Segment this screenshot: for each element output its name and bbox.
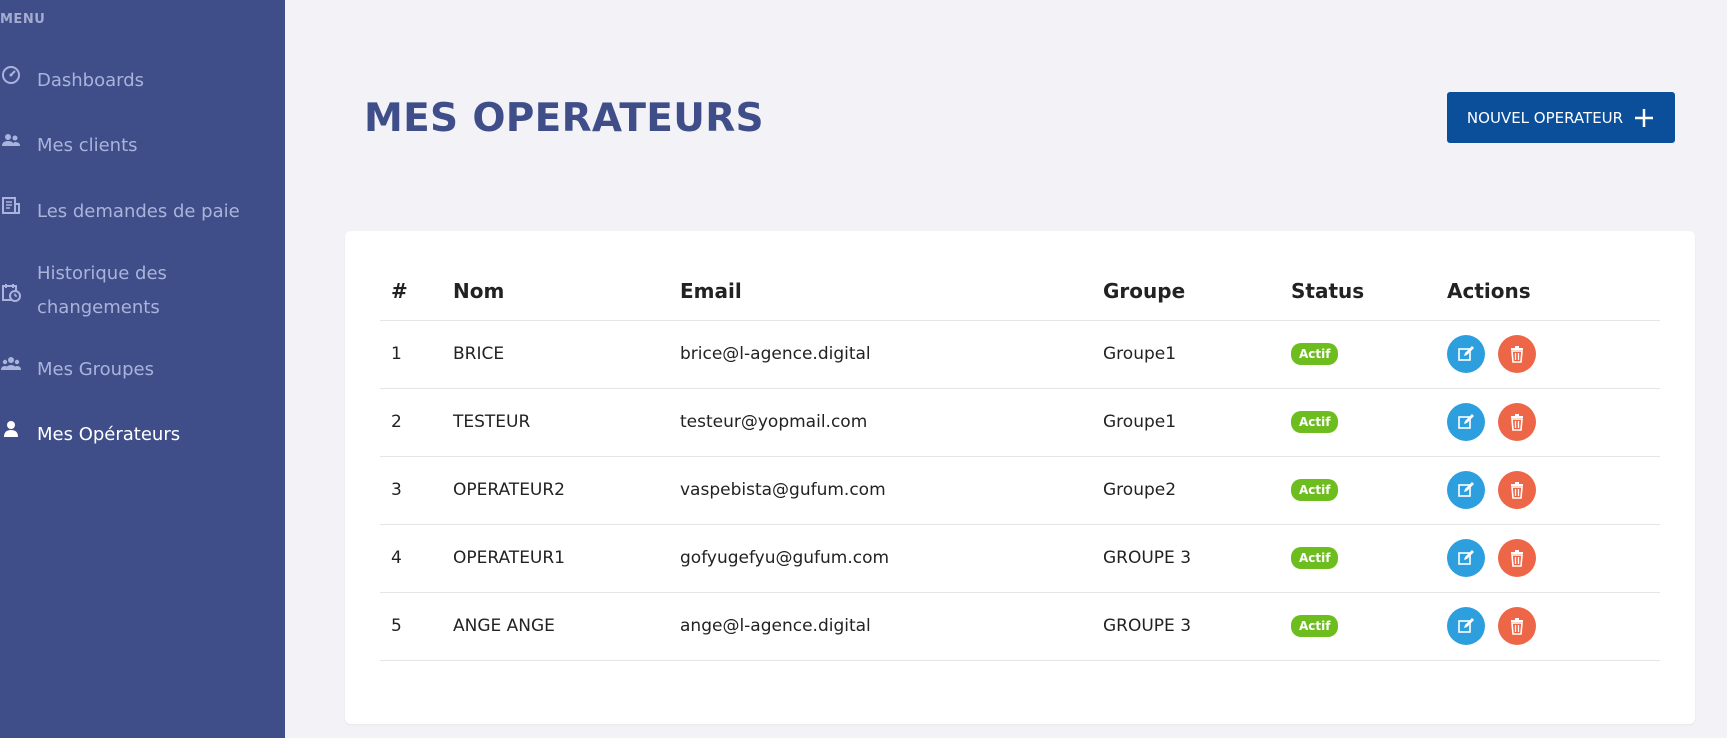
trash-icon [1511,346,1523,363]
status-badge: Actif [1291,343,1339,365]
edit-icon [1458,482,1474,497]
menu-heading: MENU [0,12,46,27]
column-header-groupe: Groupe [1103,263,1291,321]
sidebar-item-label: Historique des changements [37,263,167,318]
status-badge: Actif [1291,479,1339,501]
table-row: 3 OPERATEUR2 vaspebista@gufum.com Groupe… [380,456,1660,525]
cell-email: ange@l-agence.digital [680,592,1103,661]
cell-email: vaspebista@gufum.com [680,456,1103,525]
edit-button[interactable] [1447,539,1485,577]
status-badge: Actif [1291,411,1339,433]
edit-button[interactable] [1447,403,1485,441]
edit-icon [1458,550,1474,565]
table-row: 1 BRICE brice@l-agence.digital Groupe1 A… [380,320,1660,389]
cell-groupe: GROUPE 3 [1103,524,1291,593]
edit-icon [1458,414,1474,429]
delete-button[interactable] [1498,403,1536,441]
sidebar-item-historique[interactable]: Historique des changements [0,257,227,325]
sidebar-item-demandes[interactable]: Les demandes de paie [0,195,240,229]
sidebar: MENU Dashboards Mes clients Les demandes… [0,0,285,738]
new-operator-button-label: NOUVEL OPERATEUR [1466,108,1624,127]
status-badge: Actif [1291,547,1339,569]
column-header-nom: Nom [453,263,680,321]
edit-icon [1458,618,1474,633]
cell-num: 3 [380,456,453,525]
dashboard-icon [0,64,22,86]
cell-groupe: Groupe2 [1103,456,1291,525]
trash-icon [1511,618,1523,635]
cell-num: 1 [380,320,453,389]
table-row: 4 OPERATEUR1 gofyugefyu@gufum.com GROUPE… [380,524,1660,593]
trash-icon [1511,482,1523,499]
operators-card: # Nom Email Groupe Status Actions 1 BRIC… [345,231,1695,724]
history-icon [0,281,22,303]
table-header-row: # Nom Email Groupe Status Actions [380,263,1660,321]
page-title: MES OPERATEURS [364,96,764,141]
edit-button[interactable] [1447,471,1485,509]
sidebar-item-clients[interactable]: Mes clients [0,129,138,163]
sidebar-item-groupes[interactable]: Mes Groupes [0,353,154,387]
cell-num: 4 [380,524,453,593]
column-header-num: # [380,263,453,321]
cell-email: brice@l-agence.digital [680,320,1103,389]
cell-nom: BRICE [453,320,680,389]
cell-email: testeur@yopmail.com [680,388,1103,457]
cell-groupe: Groupe1 [1103,388,1291,457]
sidebar-item-label: Mes Opérateurs [37,424,181,445]
sidebar-item-dashboards[interactable]: Dashboards [0,64,144,98]
sidebar-item-label: Mes Groupes [37,359,154,380]
cell-groupe: Groupe1 [1103,320,1291,389]
document-icon [0,195,22,217]
sidebar-item-operateurs[interactable]: Mes Opérateurs [0,418,180,452]
delete-button[interactable] [1498,471,1536,509]
status-badge: Actif [1291,615,1339,637]
cell-nom: ANGE ANGE [453,592,680,661]
user-icon [0,418,22,440]
operators-table: # Nom Email Groupe Status Actions 1 BRIC… [380,263,1660,661]
trash-icon [1511,550,1523,567]
cell-groupe: GROUPE 3 [1103,592,1291,661]
group-icon [0,353,22,375]
column-header-email: Email [680,263,1103,321]
sidebar-item-label: Dashboards [37,70,145,91]
sidebar-item-label: Mes clients [37,135,138,156]
new-operator-button[interactable]: NOUVEL OPERATEUR [1447,92,1675,143]
table-row: 5 ANGE ANGE ange@l-agence.digital GROUPE… [380,592,1660,661]
cell-nom: OPERATEUR2 [453,456,680,525]
cell-nom: TESTEUR [453,388,680,457]
cell-num: 2 [380,388,453,457]
cell-nom: OPERATEUR1 [453,524,680,593]
delete-button[interactable] [1498,539,1536,577]
plus-icon [1635,108,1654,127]
delete-button[interactable] [1498,335,1536,373]
delete-button[interactable] [1498,607,1536,645]
table-row: 2 TESTEUR testeur@yopmail.com Groupe1 Ac… [380,388,1660,457]
trash-icon [1511,414,1523,431]
edit-button[interactable] [1447,335,1485,373]
cell-email: gofyugefyu@gufum.com [680,524,1103,593]
column-header-status: Status [1291,263,1447,321]
users-icon [0,129,22,151]
edit-icon [1458,346,1474,361]
cell-num: 5 [380,592,453,661]
sidebar-item-label: Les demandes de paie [37,201,240,222]
column-header-actions: Actions [1447,263,1660,321]
edit-button[interactable] [1447,607,1485,645]
